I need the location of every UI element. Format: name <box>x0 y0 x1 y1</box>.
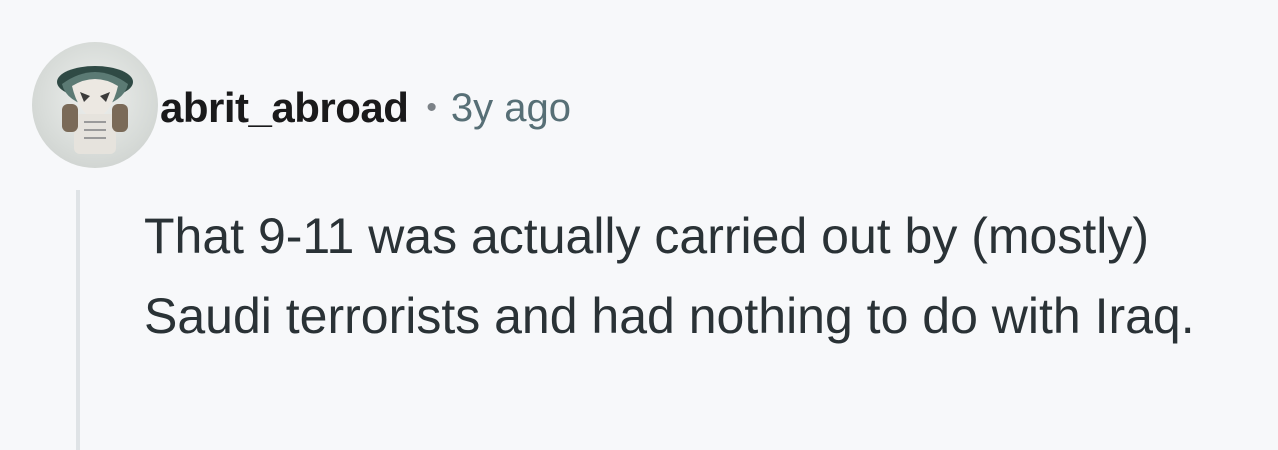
thread-collapse-line[interactable] <box>76 190 80 450</box>
user-avatar-icon[interactable] <box>32 42 158 168</box>
avatar-illustration <box>57 66 133 154</box>
separator-dot: • <box>426 91 437 124</box>
comment: abrit_abroad • 3y ago That 9-11 was actu… <box>0 0 1278 450</box>
timestamp-link[interactable]: 3y ago <box>451 86 571 131</box>
comment-body: That 9-11 was actually carried out by (m… <box>144 208 1195 344</box>
username-link[interactable]: abrit_abroad <box>160 84 409 132</box>
comment-header: abrit_abroad • 3y ago <box>160 78 571 138</box>
